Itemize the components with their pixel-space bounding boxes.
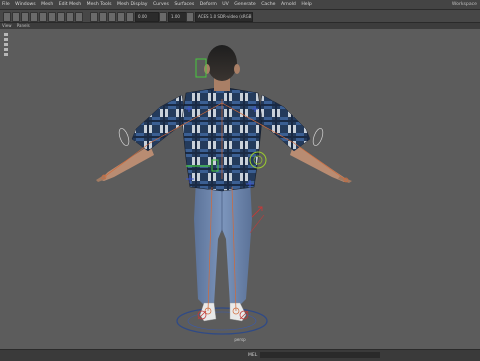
menu-generate[interactable]: Generate: [232, 0, 257, 9]
head-hair: [207, 45, 237, 81]
image-plane-icon[interactable]: [39, 12, 47, 22]
textured-icon[interactable]: [108, 12, 116, 22]
menu-deform[interactable]: Deform: [198, 0, 219, 9]
panel-menu-view[interactable]: View: [0, 23, 14, 28]
menu-curves[interactable]: Curves: [151, 0, 171, 9]
workspace-label[interactable]: Workspace: [452, 0, 477, 9]
left-hand: [96, 175, 106, 182]
bookmark-icon[interactable]: [30, 12, 38, 22]
menu-mesh-display[interactable]: Mesh Display: [115, 0, 150, 9]
right-forearm: [290, 143, 348, 182]
camera-label: persp: [234, 337, 246, 342]
grid-icon[interactable]: [48, 12, 56, 22]
menu-edit-mesh[interactable]: Edit Mesh: [57, 0, 83, 9]
left-ear: [204, 64, 210, 74]
character-rig-scene: [96, 45, 352, 335]
jeans: [194, 179, 252, 305]
right-sleeve: [257, 94, 311, 152]
lights-icon[interactable]: [117, 12, 125, 22]
menu-uv[interactable]: UV: [220, 0, 231, 9]
safe-action-icon[interactable]: [75, 12, 83, 22]
left-sleeve: [131, 94, 187, 152]
start-field[interactable]: 0.00: [135, 12, 159, 22]
view-transform-dropdown[interactable]: ACES 1.0 SDR-video (sRGB): [195, 12, 253, 22]
command-line-input[interactable]: [260, 352, 380, 358]
viewport-toolbar: 0.00 1.00 ACES 1.0 SDR-video (sRGB): [0, 10, 480, 23]
menu-help[interactable]: Help: [299, 0, 313, 9]
left-forearm: [100, 145, 154, 181]
film-gate-icon[interactable]: [57, 12, 65, 22]
viewport[interactable]: [0, 29, 480, 349]
mel-label[interactable]: MEL: [248, 350, 257, 361]
color-management-icon[interactable]: [186, 12, 194, 22]
menu-surfaces[interactable]: Surfaces: [172, 0, 196, 9]
left-wrist-control: [118, 128, 130, 146]
shadows-icon[interactable]: [126, 12, 134, 22]
menu-windows[interactable]: Windows: [13, 0, 38, 9]
right-shoe: [229, 302, 247, 322]
right-wrist-control: [312, 128, 324, 146]
menu-cache[interactable]: Cache: [259, 0, 277, 9]
menu-file[interactable]: File: [0, 0, 12, 9]
menu-arnold[interactable]: Arnold: [279, 0, 298, 9]
camera-icon[interactable]: [3, 12, 11, 22]
resolution-gate-icon[interactable]: [66, 12, 74, 22]
smooth-shade-icon[interactable]: [99, 12, 107, 22]
menu-bar: File Windows Mesh Edit Mesh Mesh Tools M…: [0, 0, 480, 10]
status-bar: MEL: [0, 349, 480, 361]
select-camera-icon[interactable]: [12, 12, 20, 22]
pole-vector-right: [251, 206, 263, 218]
panel-menu-panels[interactable]: Panels: [15, 23, 32, 28]
end-field[interactable]: 1.00: [168, 12, 188, 22]
menu-mesh-tools[interactable]: Mesh Tools: [85, 0, 114, 9]
gamma-icon[interactable]: [159, 12, 167, 22]
lock-camera-icon[interactable]: [21, 12, 29, 22]
wireframe-icon[interactable]: [90, 12, 98, 22]
right-ear: [234, 64, 240, 74]
menu-mesh[interactable]: Mesh: [39, 0, 55, 9]
